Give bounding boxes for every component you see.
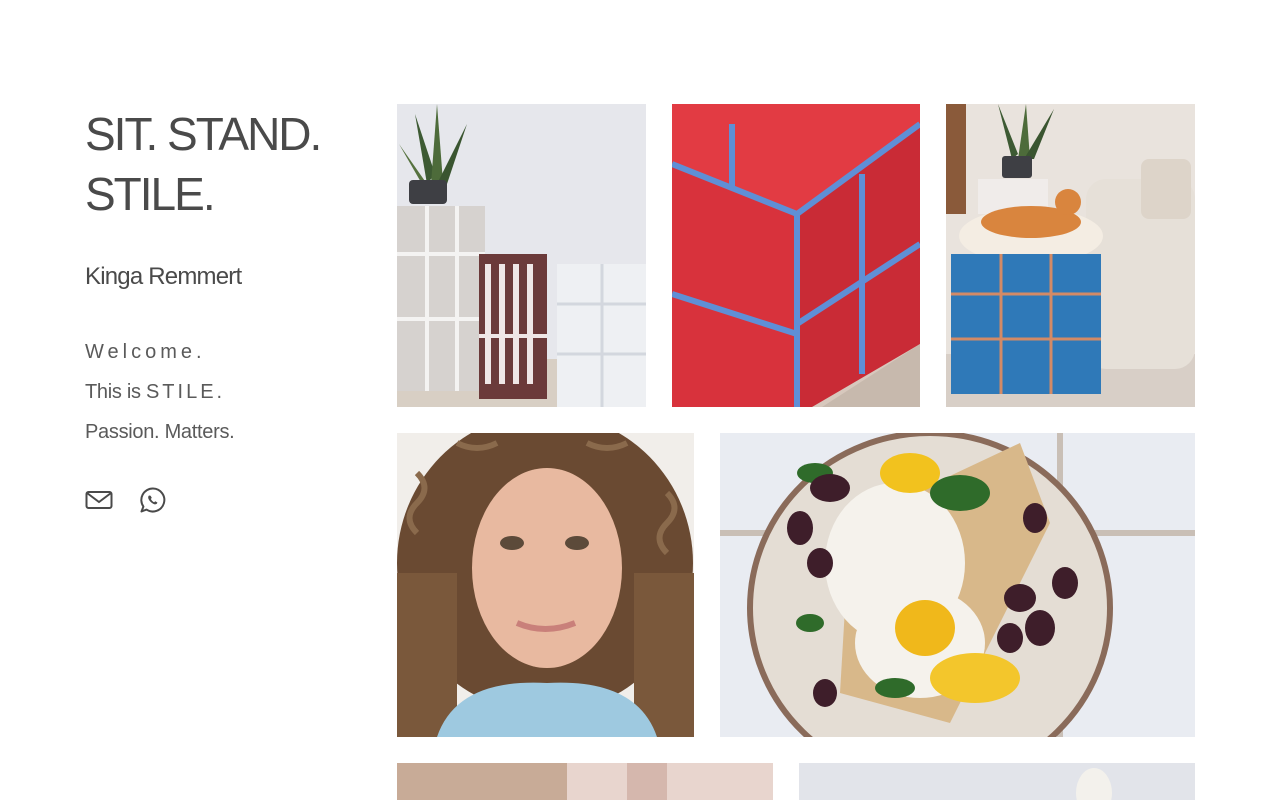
gallery-photo-eggs-toast[interactable] — [720, 433, 1195, 737]
whatsapp-icon[interactable] — [139, 486, 167, 514]
sidebar: SIT. STAND. STILE. Kinga Remmert Welcome… — [85, 104, 365, 514]
this-is-text: This is — [85, 381, 141, 403]
gallery-photo-portrait[interactable] — [397, 433, 694, 737]
tagline: Welcome. This is STILE. Passion. Matters… — [85, 332, 365, 452]
social-links — [85, 486, 365, 514]
gallery-photo-partial-1[interactable] — [397, 763, 773, 800]
brand-name: STILE — [145, 381, 217, 403]
gallery-photo-red-cube[interactable] — [672, 104, 920, 407]
page: SIT. STAND. STILE. Kinga Remmert Welcome… — [0, 0, 1280, 800]
gallery-photo-cat-cube[interactable] — [946, 104, 1195, 407]
author-name: Kinga Remmert — [85, 263, 242, 290]
slogan-text: Passion. Matters. — [85, 421, 235, 443]
site-title-line-1[interactable]: SIT. STAND. — [85, 108, 322, 160]
gallery-photo-partial-2[interactable] — [799, 763, 1195, 800]
this-is-line: This is STILE. — [85, 372, 365, 412]
welcome-text: Welcome. — [85, 341, 206, 363]
brand-period: . — [216, 381, 223, 403]
gallery-photo-tiled-tables[interactable] — [397, 104, 646, 407]
site-title-line-2[interactable]: STILE. — [85, 168, 216, 220]
site-title[interactable]: SIT. STAND. STILE. — [85, 104, 365, 224]
email-icon[interactable] — [85, 486, 113, 514]
